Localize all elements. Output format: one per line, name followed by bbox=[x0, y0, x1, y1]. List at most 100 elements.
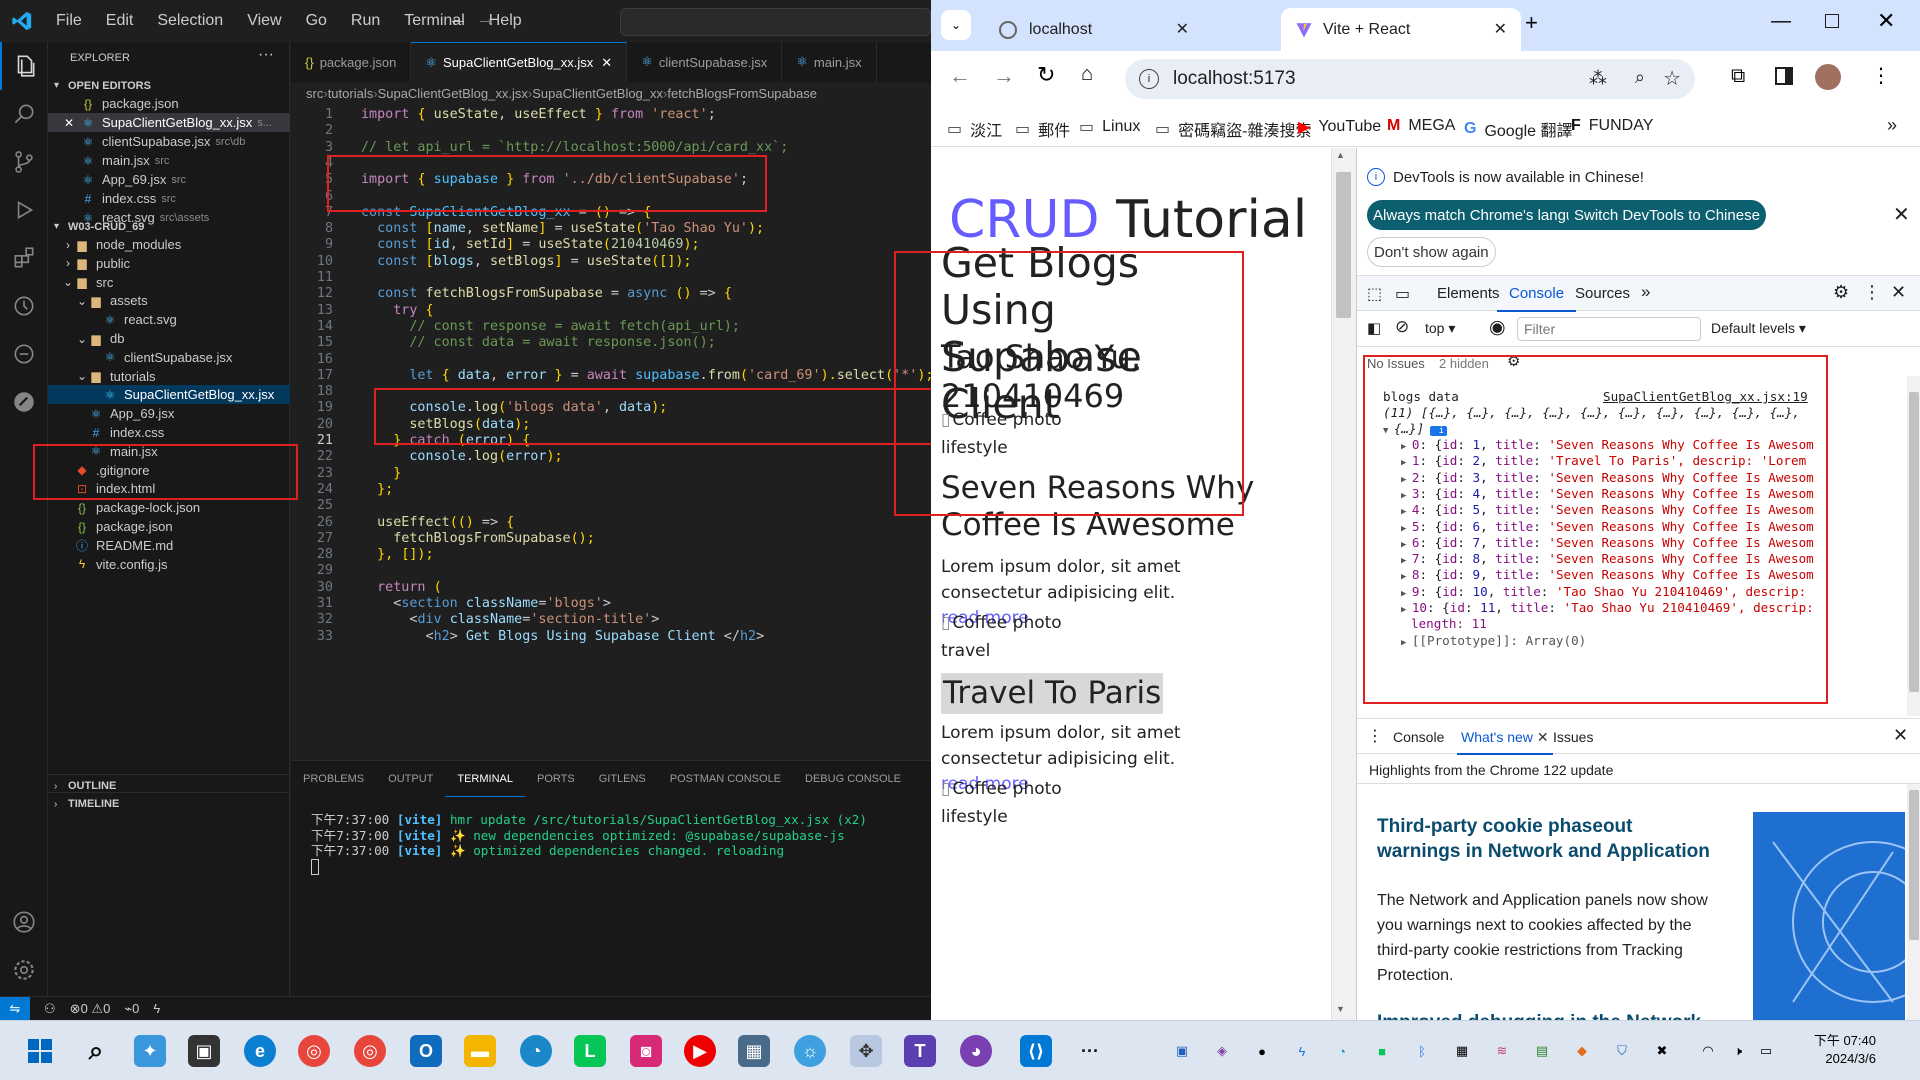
panel-tab[interactable]: POSTMAN CONSOLE bbox=[658, 761, 793, 797]
tray-line-icon[interactable]: ■ bbox=[1372, 1041, 1392, 1061]
home-icon[interactable]: ⌂ bbox=[1081, 63, 1093, 86]
console-filter-input[interactable]: Filter bbox=[1517, 317, 1701, 341]
whats-new-title[interactable]: Third-party cookie phaseout warnings in … bbox=[1377, 814, 1717, 864]
settings-gear-icon[interactable] bbox=[0, 946, 48, 994]
bluetooth-icon[interactable]: ᛒ bbox=[1412, 1041, 1432, 1061]
console-scrollbar[interactable] bbox=[1907, 376, 1920, 716]
back-arrow-icon[interactable]: ← bbox=[448, 8, 468, 31]
github-icon[interactable]: ◕ bbox=[960, 1035, 992, 1067]
open-editor-item[interactable]: ✕ ⚛ SupaClientGetBlog_xx.jsx s... bbox=[48, 113, 290, 132]
no-issues-label[interactable]: No Issues bbox=[1367, 356, 1425, 371]
open-editor-item[interactable]: {} package.json bbox=[48, 94, 290, 113]
bookmark-item[interactable]: ▭ 密碼竊盜-雜湊搜索 bbox=[1155, 117, 1311, 141]
array-entry[interactable]: ▶ 7: {id: 8, title: 'Seven Reasons Why C… bbox=[1401, 551, 1814, 567]
chrome-icon[interactable]: ◎ bbox=[298, 1035, 330, 1067]
devtools-close-icon[interactable]: ✕ bbox=[1891, 282, 1906, 303]
log-levels-select[interactable]: Default levels ▾ bbox=[1711, 320, 1806, 337]
more-bookmarks-icon[interactable]: » bbox=[1887, 115, 1897, 136]
scroll-thumb[interactable] bbox=[1336, 172, 1351, 318]
panel-tab[interactable]: PROBLEMS bbox=[291, 761, 376, 797]
teams-icon[interactable]: T bbox=[904, 1035, 936, 1067]
drawer-scrollbar[interactable] bbox=[1907, 784, 1920, 1020]
menu-item[interactable]: Edit bbox=[94, 12, 146, 30]
taskbar-search-icon[interactable]: ⌕ bbox=[80, 1035, 112, 1067]
code-editor[interactable]: 1 import { useState, useEffect } from 're… bbox=[291, 105, 931, 760]
console-output[interactable]: blogs data SupaClientGetBlog_xx.jsx:19 (11… bbox=[1357, 376, 1920, 718]
tab-close-icon[interactable]: ✕ bbox=[1494, 19, 1507, 39]
tab-localhost[interactable]: localhost ✕ bbox=[985, 8, 1201, 51]
devtools-menu-icon[interactable]: ⋮ bbox=[1863, 282, 1881, 303]
bookmark-star-icon[interactable]: ☆ bbox=[1663, 66, 1681, 91]
tree-item[interactable]: ⓘ README.md bbox=[48, 536, 290, 555]
tray-icon-9[interactable]: ✖ bbox=[1652, 1041, 1672, 1061]
tree-item[interactable]: ⊡ index.html bbox=[48, 479, 290, 498]
tab-search-chevron-icon[interactable]: ⌄ bbox=[941, 10, 971, 40]
page-scrollbar[interactable]: ▲ ▼ bbox=[1331, 148, 1356, 1020]
open-editor-item[interactable]: ⚛ App_69.jsx src bbox=[48, 170, 290, 189]
bookmark-item[interactable]: M MEGA bbox=[1387, 117, 1455, 135]
translate-icon[interactable]: ⁂ bbox=[1589, 68, 1607, 89]
console-source-link[interactable]: SupaClientGetBlog_xx.jsx:19 bbox=[1603, 389, 1808, 405]
profile-avatar[interactable] bbox=[1815, 64, 1841, 90]
array-summary[interactable]: (11) [{…}, {…}, {…}, {…}, {…}, {…}, {…},… bbox=[1383, 405, 1800, 421]
menu-item[interactable]: Go bbox=[294, 12, 339, 30]
panel-tab[interactable]: OUTPUT bbox=[376, 761, 445, 797]
tree-item[interactable]: ⌄ ▆ assets bbox=[48, 291, 290, 310]
tray-icon-2[interactable]: ◈ bbox=[1212, 1041, 1232, 1061]
clear-console-icon[interactable]: ⊘ bbox=[1395, 317, 1409, 337]
side-panel-icon[interactable] bbox=[1775, 67, 1793, 85]
sidebar-toggle-icon[interactable]: ◧ bbox=[1367, 319, 1381, 337]
array-entry[interactable]: ▶ 2: {id: 3, title: 'Seven Reasons Why C… bbox=[1401, 470, 1814, 486]
menu-item[interactable]: Selection bbox=[145, 12, 235, 30]
bookmark-item[interactable]: ▶ YouTube bbox=[1298, 117, 1381, 137]
gitlens-icon[interactable] bbox=[0, 378, 48, 426]
task-view-icon[interactable]: ▣ bbox=[188, 1035, 220, 1067]
run-debug-icon[interactable] bbox=[0, 186, 48, 234]
lightning-icon[interactable]: ϟ bbox=[153, 1001, 160, 1016]
extensions-icon[interactable] bbox=[0, 234, 48, 282]
tree-item[interactable]: ⚛ main.jsx bbox=[48, 442, 290, 461]
battery-icon[interactable]: ▭ bbox=[1756, 1041, 1776, 1061]
copilot-icon[interactable]: ✦ bbox=[134, 1035, 166, 1067]
menu-item[interactable]: File bbox=[44, 12, 94, 30]
edge-icon[interactable]: e bbox=[244, 1035, 276, 1067]
line-icon[interactable]: L bbox=[574, 1035, 606, 1067]
editor-tab[interactable]: ⚛ clientSupabase.jsx bbox=[627, 42, 783, 82]
panel-tab[interactable]: TERMINAL bbox=[445, 761, 525, 797]
array-entry[interactable]: ▶ 3: {id: 4, title: 'Seven Reasons Why C… bbox=[1401, 486, 1814, 502]
open-editor-item[interactable]: # index.css src bbox=[48, 189, 290, 208]
bookmark-item[interactable]: ▭ 淡江 bbox=[947, 117, 1002, 141]
defender-icon[interactable]: ⛉ bbox=[1612, 1041, 1632, 1061]
command-center-input[interactable] bbox=[620, 8, 931, 36]
remote-indicator-icon[interactable]: ⇋ bbox=[0, 996, 30, 1021]
remote-explorer-icon[interactable] bbox=[0, 330, 48, 378]
timeline-icon[interactable] bbox=[0, 282, 48, 330]
new-tab-plus-icon[interactable]: + bbox=[1525, 10, 1538, 36]
calculator-icon[interactable]: ▦ bbox=[738, 1035, 770, 1067]
gitlens-status-icon[interactable]: ⚇ bbox=[44, 1001, 56, 1017]
ports-status[interactable]: ⌁0 bbox=[124, 1001, 139, 1017]
breadcrumb-item[interactable]: SupaClientGetBlog_xx.jsx bbox=[378, 86, 528, 101]
panel-tab[interactable]: PORTS bbox=[525, 761, 587, 797]
array-entry[interactable]: ▶ 10: {id: 11, title: 'Tao Shao Yu 21041… bbox=[1401, 600, 1814, 616]
tab-elements[interactable]: Elements bbox=[1437, 285, 1500, 302]
array-entry[interactable]: ▶ 0: {id: 1, title: 'Seven Reasons Why C… bbox=[1401, 437, 1814, 453]
forward-icon[interactable]: → bbox=[993, 63, 1015, 89]
menu-item[interactable]: View bbox=[235, 12, 293, 30]
extensions-puzzle-icon[interactable]: ⧉ bbox=[1731, 65, 1745, 88]
drawer-tab-whats-new[interactable]: What's new ✕ bbox=[1457, 719, 1553, 755]
maximize-icon[interactable] bbox=[1825, 14, 1839, 28]
tree-item[interactable]: {} package.json bbox=[48, 517, 290, 536]
search-icon[interactable] bbox=[0, 90, 48, 138]
tray-icon-4[interactable]: ϟ bbox=[1292, 1041, 1312, 1061]
back-icon[interactable]: ← bbox=[949, 63, 971, 89]
problems-status[interactable]: ⊗0 ⚠0 bbox=[70, 1001, 111, 1017]
devtools-settings-icon[interactable]: ⚙ bbox=[1833, 282, 1849, 303]
tab-close-icon[interactable]: ✕ bbox=[1176, 19, 1189, 39]
array-entry[interactable]: ▶ 8: {id: 9, title: 'Seven Reasons Why C… bbox=[1401, 567, 1814, 583]
array-entry[interactable]: ▶ 9: {id: 10, title: 'Tao Shao Yu 210410… bbox=[1401, 584, 1806, 600]
drawer-tab-console[interactable]: Console bbox=[1393, 729, 1444, 745]
editor-tab[interactable]: {} package.json bbox=[291, 42, 412, 82]
tree-item[interactable]: ϟ vite.config.js bbox=[48, 555, 290, 574]
tray-icon-5[interactable]: ◔ bbox=[1332, 1041, 1352, 1061]
